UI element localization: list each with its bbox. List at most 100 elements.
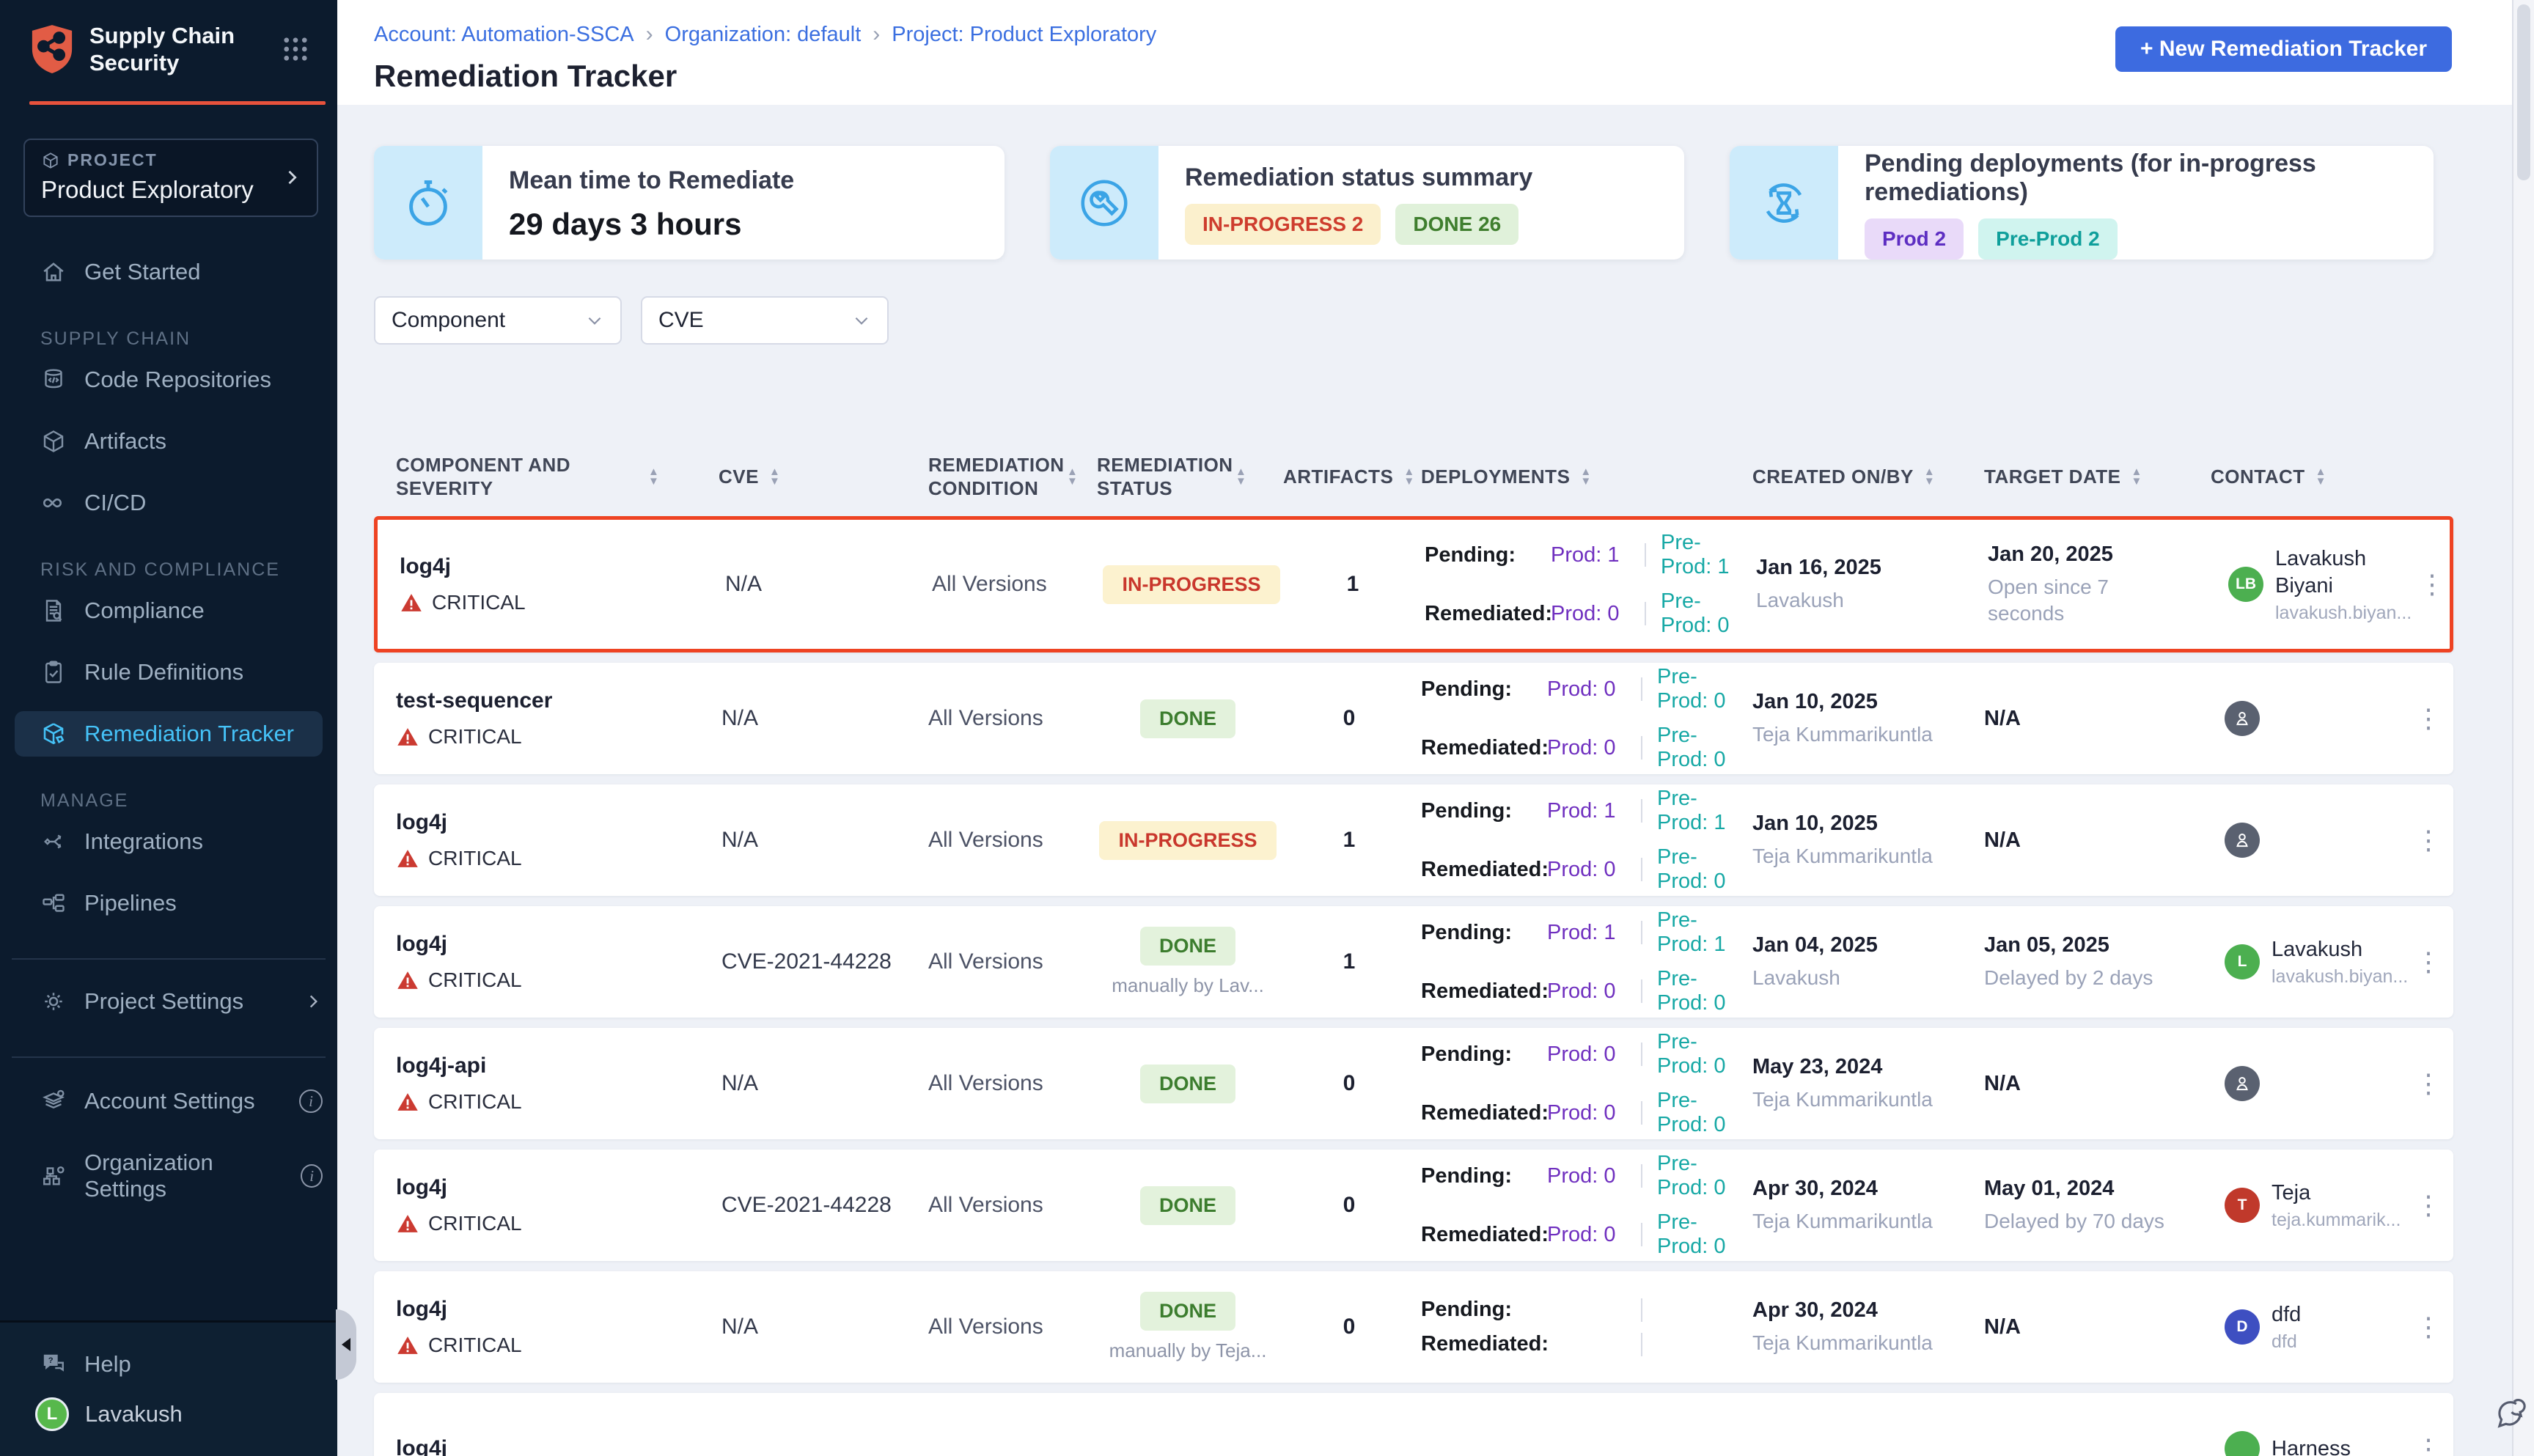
new-remediation-tracker-button[interactable]: + New Remediation Tracker bbox=[2115, 26, 2452, 72]
row-menu-kebab-icon[interactable]: ⋮ bbox=[2408, 1307, 2450, 1346]
row-menu-kebab-icon[interactable]: ⋮ bbox=[2408, 1064, 2450, 1103]
person-icon bbox=[2231, 829, 2253, 851]
cve-value: N/A bbox=[719, 706, 924, 731]
table-row[interactable]: log4j Harness ⋮ bbox=[374, 1393, 2453, 1456]
sort-icon[interactable]: ▲▼ bbox=[1235, 467, 1246, 486]
created-by: Teja Kummarikuntla bbox=[1752, 1330, 1950, 1356]
page-header: Account: Automation-SSCA › Organization:… bbox=[337, 0, 2534, 105]
filters: Component CVE bbox=[374, 296, 2453, 345]
pending-prod: Prod: 0 bbox=[1547, 677, 1637, 702]
contact-email: lavakush.biyan... bbox=[2272, 966, 2405, 988]
critical-severity-icon bbox=[396, 1213, 419, 1235]
contact-avatar: LB bbox=[2228, 567, 2263, 602]
row-menu-kebab-icon[interactable]: ⋮ bbox=[2408, 942, 2450, 981]
table-row[interactable]: log4j CRITICAL N/A All Versions DONEmanu… bbox=[374, 1271, 2453, 1383]
remediated-prod: Prod: 0 bbox=[1547, 736, 1637, 760]
sort-icon[interactable]: ▲▼ bbox=[648, 467, 659, 486]
deployments-cell: Pending: Remediated: bbox=[1415, 1298, 1745, 1356]
sidebar-item-help[interactable]: ? Help bbox=[0, 1342, 337, 1387]
sidebar-item-integrations[interactable]: Integrations bbox=[0, 819, 337, 864]
sidebar-item-pipelines[interactable]: Pipelines bbox=[0, 880, 337, 926]
deployments-cell: Pending:Prod: 0Pre-Prod: 0 Remediated:Pr… bbox=[1415, 1152, 1745, 1259]
sidebar-item-cicd[interactable]: CI/CD bbox=[0, 480, 337, 526]
row-menu-kebab-icon[interactable]: ⋮ bbox=[2408, 1185, 2450, 1224]
infinity-cicd-icon bbox=[40, 490, 67, 516]
project-selector[interactable]: PROJECT Product Exploratory bbox=[23, 139, 318, 217]
sidebar-item-get-started[interactable]: Get Started bbox=[0, 249, 337, 295]
status-badge: DONE bbox=[1140, 699, 1235, 738]
row-menu-kebab-icon[interactable]: ⋮ bbox=[2412, 565, 2454, 603]
sidebar-item-remediation-tracker[interactable]: Remediation Tracker bbox=[15, 711, 323, 757]
sidebar-item-artifacts[interactable]: Artifacts bbox=[0, 419, 337, 464]
sort-icon[interactable]: ▲▼ bbox=[2131, 467, 2142, 486]
cve-value: CVE-2021-44228 bbox=[719, 1193, 924, 1218]
status-badge: DONE bbox=[1140, 1065, 1235, 1103]
breadcrumb-project-link[interactable]: Project: Product Exploratory bbox=[892, 23, 1156, 47]
target-date: Jan 20, 2025 bbox=[1988, 543, 2211, 567]
scrollbar-thumb[interactable] bbox=[2517, 4, 2530, 180]
table-row[interactable]: log4j CRITICAL N/A All Versions IN-PROGR… bbox=[374, 516, 2453, 652]
artifacts-count: 0 bbox=[1283, 1071, 1415, 1096]
contact-avatar-placeholder bbox=[2225, 701, 2260, 736]
component-filter-dropdown[interactable]: Component bbox=[374, 296, 622, 345]
chat-support-icon[interactable] bbox=[2487, 1391, 2530, 1434]
sidebar-item-rule-definitions[interactable]: Rule Definitions bbox=[0, 650, 337, 695]
table-row[interactable]: log4j CRITICAL CVE-2021-44228 All Versio… bbox=[374, 906, 2453, 1018]
row-menu-kebab-icon[interactable]: ⋮ bbox=[2408, 699, 2450, 738]
critical-severity-icon bbox=[396, 726, 419, 748]
column-remediation-condition: REMEDIATION CONDITION bbox=[928, 453, 1057, 500]
created-date: Jan 10, 2025 bbox=[1752, 690, 1980, 714]
table-row[interactable]: log4j-api CRITICAL N/A All Versions DONE… bbox=[374, 1028, 2453, 1139]
contact-avatar-placeholder bbox=[2225, 1066, 2260, 1101]
sort-icon[interactable]: ▲▼ bbox=[1924, 467, 1935, 486]
info-icon[interactable]: i bbox=[301, 1164, 323, 1188]
created-date: Jan 04, 2025 bbox=[1752, 933, 1980, 957]
prod-count-badge: Prod 2 bbox=[1865, 218, 1964, 260]
sidebar-item-compliance[interactable]: Compliance bbox=[0, 588, 337, 633]
sidebar-item-label: Artifacts bbox=[84, 428, 166, 455]
home-icon bbox=[40, 259, 67, 285]
table-row[interactable]: test-sequencer CRITICAL N/A All Versions… bbox=[374, 663, 2453, 774]
remediated-preprod: Pre-Prod: 0 bbox=[1647, 1210, 1745, 1259]
sidebar-section-risk-compliance: RISK AND COMPLIANCE bbox=[0, 559, 337, 581]
target-date: N/A bbox=[1984, 1315, 2207, 1339]
status-badge: IN-PROGRESS bbox=[1103, 565, 1279, 604]
sidebar-item-project-settings[interactable]: Project Settings bbox=[0, 979, 337, 1024]
sidebar-item-label: Remediation Tracker bbox=[84, 721, 294, 747]
sidebar-item-code-repositories[interactable]: Code Repositories bbox=[0, 357, 337, 402]
sort-icon[interactable]: ▲▼ bbox=[1580, 467, 1591, 486]
table-row[interactable]: log4j CRITICAL N/A All Versions IN-PROGR… bbox=[374, 784, 2453, 896]
column-remediation-status: REMEDIATION STATUS bbox=[1097, 453, 1225, 500]
contact-avatar: T bbox=[2225, 1188, 2260, 1223]
chevron-right-icon bbox=[282, 167, 302, 188]
remediated-prod: Prod: 0 bbox=[1551, 602, 1640, 626]
pending-preprod: Pre-Prod: 0 bbox=[1647, 665, 1745, 713]
sort-icon[interactable]: ▲▼ bbox=[1067, 467, 1078, 486]
sort-icon[interactable]: ▲▼ bbox=[769, 467, 780, 486]
breadcrumb-organization-link[interactable]: Organization: default bbox=[665, 23, 862, 47]
critical-severity-icon bbox=[396, 848, 419, 869]
severity-label: CRITICAL bbox=[428, 1334, 522, 1357]
project-name: Product Exploratory bbox=[41, 176, 282, 204]
severity-label: CRITICAL bbox=[428, 725, 522, 749]
info-icon[interactable]: i bbox=[299, 1089, 323, 1113]
deployments-cell: Pending:Prod: 0Pre-Prod: 0 Remediated:Pr… bbox=[1415, 665, 1745, 772]
column-created-on-by: CREATED ON/BY bbox=[1752, 465, 1914, 488]
sidebar-item-label: Account Settings bbox=[84, 1088, 255, 1114]
status-note: manually by Teja... bbox=[1109, 1339, 1267, 1362]
sort-icon[interactable]: ▲▼ bbox=[2316, 467, 2326, 486]
breadcrumb-account-link[interactable]: Account: Automation-SSCA bbox=[374, 23, 634, 47]
sort-icon[interactable]: ▲▼ bbox=[1403, 467, 1414, 486]
app-switcher-grid-icon[interactable] bbox=[280, 34, 311, 65]
sidebar-item-account-settings[interactable]: Account Settings i bbox=[0, 1078, 337, 1124]
remediated-prod: Prod: 0 bbox=[1547, 1101, 1637, 1125]
table-row[interactable]: log4j CRITICAL CVE-2021-44228 All Versio… bbox=[374, 1150, 2453, 1261]
remediation-condition: All Versions bbox=[928, 572, 1096, 597]
cve-filter-dropdown[interactable]: CVE bbox=[641, 296, 889, 345]
row-menu-kebab-icon[interactable]: ⋮ bbox=[2408, 820, 2450, 859]
sidebar-item-organization-settings[interactable]: Organization Settings i bbox=[0, 1140, 337, 1212]
user-menu[interactable]: L Lavakush bbox=[0, 1387, 337, 1435]
page-scrollbar[interactable] bbox=[2512, 0, 2534, 1456]
row-menu-kebab-icon[interactable]: ⋮ bbox=[2408, 1429, 2450, 1456]
sidebar-collapse-handle[interactable] bbox=[336, 1309, 356, 1380]
